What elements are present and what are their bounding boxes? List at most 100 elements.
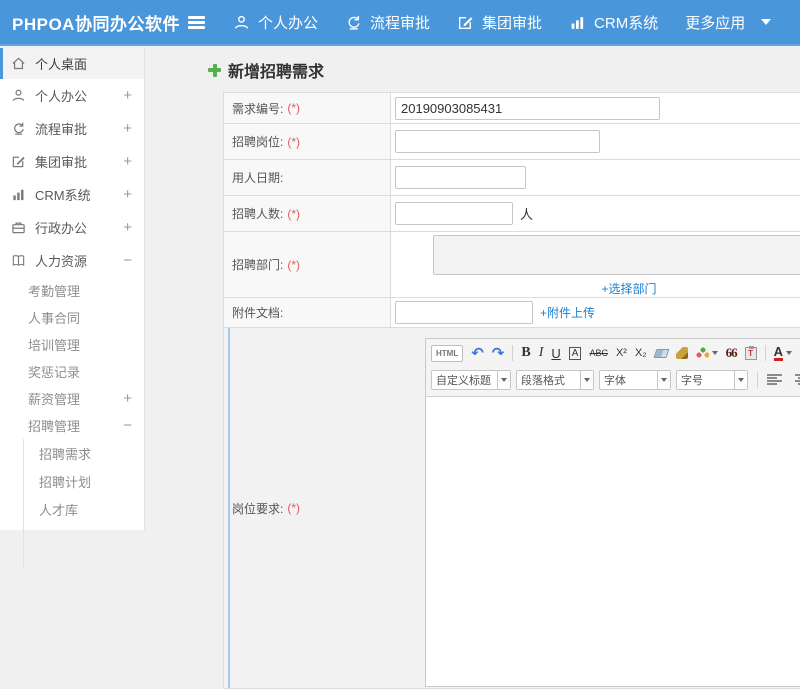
position-input[interactable]: [395, 130, 600, 153]
expand-toggle[interactable]: +: [123, 219, 132, 236]
sidebar-subitem-rewards[interactable]: 奖惩记录: [0, 358, 144, 385]
process-icon: [345, 14, 362, 31]
sidebar-item-label: 个人桌面: [35, 54, 87, 73]
toolbar-separator: [765, 345, 766, 361]
page-title: 新增招聘需求: [228, 58, 324, 82]
caret-down-icon: [738, 378, 744, 382]
char-border-icon[interactable]: A: [569, 347, 582, 360]
briefcase-icon: [11, 220, 26, 235]
sidebar-item-admin-office[interactable]: 行政办公 +: [0, 211, 144, 244]
sidebar-item-label: 流程审批: [35, 119, 87, 138]
sidebar-item-personal-desktop[interactable]: 个人桌面: [0, 48, 144, 79]
field-label: 需求编号:: [232, 100, 283, 117]
expand-toggle[interactable]: +: [123, 87, 132, 104]
source-code-button[interactable]: HTML: [431, 345, 463, 362]
attachment-upload-link[interactable]: +附件上传: [540, 304, 595, 321]
nav-item-crm[interactable]: CRM系统: [569, 12, 658, 33]
clear-format-eraser-icon[interactable]: [653, 349, 669, 358]
edit-icon: [11, 154, 26, 169]
editor-content-area[interactable]: [426, 396, 800, 686]
plain-paste-icon[interactable]: T: [745, 347, 757, 360]
sidebar-subitem-hr-contract[interactable]: 人事合同: [0, 304, 144, 331]
dropdown-arrow-button[interactable]: [657, 371, 670, 389]
nav-item-personal-office[interactable]: 个人办公: [233, 12, 318, 33]
superscript-icon[interactable]: X²: [616, 347, 627, 359]
align-left-icon[interactable]: [767, 374, 782, 385]
sidebar-subitem-label: 人事合同: [28, 308, 80, 327]
nav-label: CRM系统: [594, 12, 658, 33]
form-row-department: 招聘部门: (*) +选择部门: [224, 232, 800, 298]
blockquote-icon[interactable]: 66: [726, 345, 737, 361]
caret-down-icon: [761, 19, 771, 25]
collapse-toggle[interactable]: −: [123, 252, 132, 269]
font-color-button[interactable]: A: [774, 346, 792, 361]
dropdown-arrow-button[interactable]: [580, 371, 593, 389]
align-center-icon[interactable]: [795, 374, 800, 385]
field-label-cell: 招聘岗位: (*): [224, 124, 391, 159]
nav-label: 个人办公: [258, 12, 318, 33]
nav-item-process-approval[interactable]: 流程审批: [345, 12, 430, 33]
sidebar-subitem-training[interactable]: 培训管理: [0, 331, 144, 358]
font-color-icon: A: [774, 346, 783, 361]
redo-icon[interactable]: ↷: [492, 344, 505, 362]
field-value-cell: HTML ↶ ↷ B I U A ABC X² X₂: [391, 328, 800, 688]
caret-down-icon: [584, 378, 590, 382]
expand-toggle[interactable]: +: [123, 390, 132, 407]
font-family-dropdown[interactable]: 字体: [599, 370, 671, 390]
attachment-input[interactable]: [395, 301, 533, 324]
caret-down-icon: [786, 351, 792, 355]
sidebar-subitem-recruit-plan[interactable]: 招聘计划: [24, 467, 144, 495]
strikethrough-icon[interactable]: ABC: [589, 348, 608, 358]
nav-item-more-apps[interactable]: 更多应用: [685, 12, 771, 33]
page-title-bar: 新增招聘需求: [146, 48, 800, 92]
sidebar-subitem-attendance[interactable]: 考勤管理: [0, 277, 144, 304]
nav-item-group-approval[interactable]: 集团审批: [457, 12, 542, 33]
field-value-cell: [391, 160, 800, 195]
custom-heading-dropdown[interactable]: 自定义标题: [431, 370, 511, 390]
sidebar-item-group-approval[interactable]: 集团审批 +: [0, 145, 144, 178]
dropdown-arrow-button[interactable]: [497, 371, 510, 389]
nav-label: 集团审批: [482, 12, 542, 33]
expand-toggle[interactable]: +: [123, 153, 132, 170]
paragraph-format-dropdown[interactable]: 段落格式: [516, 370, 594, 390]
sidebar-item-label: 行政办公: [35, 218, 87, 237]
undo-icon[interactable]: ↶: [471, 344, 484, 362]
dropdown-arrow-button[interactable]: [734, 371, 747, 389]
format-brush-icon[interactable]: [676, 347, 688, 359]
sidebar-subitem-label: 招聘需求: [39, 444, 91, 463]
expand-toggle[interactable]: +: [123, 120, 132, 137]
bold-icon[interactable]: B: [521, 345, 530, 361]
sidebar-subitem-salary[interactable]: 薪资管理 +: [0, 385, 144, 412]
expand-toggle[interactable]: +: [123, 186, 132, 203]
underline-icon[interactable]: U: [551, 346, 560, 361]
sidebar-item-crm[interactable]: CRM系统 +: [0, 178, 144, 211]
font-size-dropdown[interactable]: 字号: [676, 370, 748, 390]
department-textarea[interactable]: [433, 235, 800, 275]
field-label: 附件文档:: [232, 304, 283, 321]
dropdown-value: 段落格式: [517, 372, 580, 388]
field-label-cell: 附件文档:: [224, 298, 391, 327]
sidebar-subitem-label: 招聘计划: [39, 472, 91, 491]
field-label-cell: 招聘部门: (*): [224, 232, 391, 297]
select-department-link[interactable]: +选择部门: [601, 280, 656, 297]
sidebar-subitem-recruit-demand[interactable]: 招聘需求: [24, 439, 144, 467]
sidebar-item-process-approval[interactable]: 流程审批 +: [0, 112, 144, 145]
italic-icon[interactable]: I: [539, 345, 544, 361]
sidebar-subitem-recruitment[interactable]: 招聘管理 −: [0, 412, 144, 439]
top-nav: 个人办公 流程审批 集团审批 CRM系统 更多应用: [233, 12, 798, 33]
collapse-toggle[interactable]: −: [123, 417, 132, 434]
sidebar-subitem-talent-pool[interactable]: 人才库: [24, 495, 144, 523]
hire-date-input[interactable]: [395, 166, 526, 189]
sidebar-item-human-resources[interactable]: 人力资源 −: [0, 244, 144, 277]
form-row-demand-no: 需求编号: (*): [224, 93, 800, 124]
field-value-cell: +选择部门: [391, 232, 800, 297]
headcount-input[interactable]: [395, 202, 513, 225]
subscript-icon[interactable]: X₂: [635, 347, 647, 359]
field-label: 用人日期:: [232, 169, 283, 186]
sidebar-item-personal-office[interactable]: 个人办公 +: [0, 79, 144, 112]
field-label-cell: 需求编号: (*): [224, 93, 391, 123]
hamburger-menu-icon[interactable]: [188, 16, 205, 29]
demand-no-input[interactable]: [395, 97, 660, 120]
caret-down-icon: [661, 378, 667, 382]
emotion-palette-button[interactable]: [696, 347, 718, 359]
